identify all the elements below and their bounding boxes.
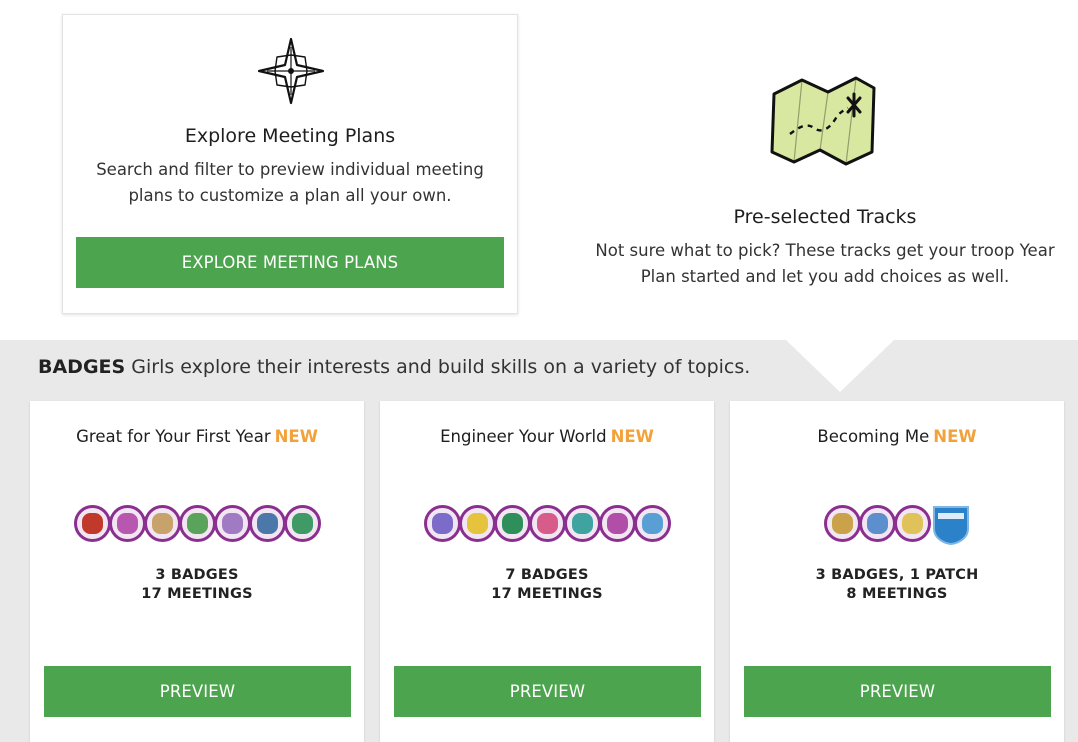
preview-button[interactable]: PREVIEW — [744, 666, 1051, 717]
explore-meeting-plans-button[interactable]: EXPLORE MEETING PLANS — [76, 237, 504, 288]
badges-label: BADGES — [38, 356, 126, 378]
track-card-title-text: Becoming Me — [817, 427, 930, 446]
stats-meetings: 17 MEETINGS — [491, 586, 603, 602]
track-card-great-for-your-first-year: Great for Your First Year NEW 3 BADGES 17… — [30, 401, 364, 742]
band-notch — [786, 340, 894, 392]
badge-icon — [528, 505, 566, 542]
preview-button[interactable]: PREVIEW — [394, 666, 701, 717]
badge-icon — [633, 505, 671, 542]
badge-icon — [493, 505, 531, 542]
track-card-title: Becoming Me NEW — [730, 427, 1064, 446]
badge-icon — [143, 505, 181, 542]
explore-title: Explore Meeting Plans — [184, 125, 396, 147]
new-tag: NEW — [274, 427, 318, 446]
badge-icon — [283, 505, 321, 542]
preview-button[interactable]: PREVIEW — [44, 666, 351, 717]
badge-icon — [458, 505, 496, 542]
badge-icon — [598, 505, 636, 542]
compass-star-icon — [257, 37, 325, 105]
badge-icon — [248, 505, 286, 542]
new-tag: NEW — [610, 427, 654, 446]
track-card-title-text: Great for Your First Year — [76, 427, 271, 446]
badge-icons — [380, 505, 714, 549]
badge-icon — [563, 505, 601, 542]
badge-icon — [423, 505, 461, 542]
badges-description: Girls explore their interests and build … — [131, 356, 751, 378]
tracks-desc-line-2: Plan started and let you add choices as … — [640, 267, 1010, 286]
badge-icons — [30, 505, 364, 549]
tracks-description: Not sure what to pick? These tracks get … — [572, 238, 1078, 290]
badge-icon — [893, 505, 931, 542]
track-card-title-text: Engineer Your World — [440, 427, 607, 446]
explore-desc-line-1: Search and filter to preview individual … — [96, 160, 484, 179]
tracks-desc-line-1: Not sure what to pick? These tracks get … — [595, 241, 1055, 260]
track-card-stats: 3 BADGES 17 MEETINGS — [30, 566, 364, 604]
explore-meeting-plans-card: Explore Meeting Plans Search and filter … — [62, 14, 518, 314]
badges-heading: BADGES Girls explore their interests and… — [38, 356, 750, 378]
track-card-engineer-your-world: Engineer Your World NEW 7 BADGES 17 MEETI… — [380, 401, 714, 742]
patch-icon — [932, 506, 969, 545]
stats-badges: 3 BADGES — [155, 567, 239, 583]
explore-description: Search and filter to preview individual … — [81, 157, 499, 209]
badge-icons — [730, 505, 1064, 549]
explore-desc-line-2: plans to customize a plan all your own. — [128, 186, 452, 205]
track-card-title: Engineer Your World NEW — [380, 427, 714, 446]
badge-icon — [73, 505, 111, 542]
track-card-title: Great for Your First Year NEW — [30, 427, 364, 446]
track-card-stats: 3 BADGES, 1 PATCH 8 MEETINGS — [730, 566, 1064, 604]
stats-badges: 7 BADGES — [505, 567, 589, 583]
track-card-becoming-me: Becoming Me NEW 3 BADGES, 1 PATCH 8 MEETI… — [730, 401, 1064, 742]
badge-icon — [213, 505, 251, 542]
badge-icon — [858, 505, 896, 542]
treasure-map-icon — [770, 76, 876, 166]
stats-meetings: 8 MEETINGS — [846, 586, 948, 602]
badge-icon — [178, 505, 216, 542]
tracks-title: Pre-selected Tracks — [733, 206, 917, 228]
new-tag: NEW — [933, 427, 977, 446]
track-card-stats: 7 BADGES 17 MEETINGS — [380, 566, 714, 604]
stats-meetings: 17 MEETINGS — [141, 586, 253, 602]
badge-icon — [823, 505, 861, 542]
badge-icon — [108, 505, 146, 542]
stats-badges: 3 BADGES, 1 PATCH — [815, 567, 979, 583]
